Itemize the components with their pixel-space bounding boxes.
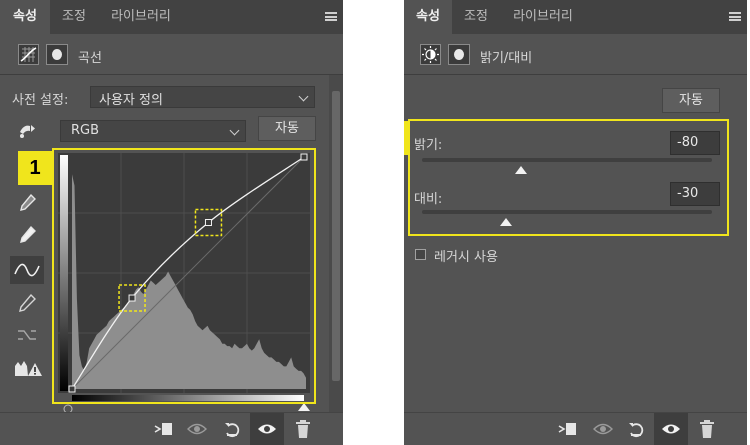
on-image-adjust-icon[interactable] [14, 118, 40, 144]
layer-mask-icon[interactable] [46, 44, 68, 65]
smooth-icon[interactable] [14, 322, 40, 348]
view-previous-icon[interactable] [592, 419, 613, 439]
trash-icon[interactable] [294, 419, 314, 439]
auto-button[interactable]: 자동 [662, 88, 720, 113]
channel-dropdown[interactable]: RGB [60, 120, 246, 142]
tab-adjustments[interactable]: 조정 [52, 0, 96, 34]
visibility-toggle[interactable] [654, 413, 688, 445]
callout-badge-1: 1 [18, 151, 52, 185]
visibility-eye-icon [662, 424, 680, 434]
properties-header: 곡선 [0, 36, 343, 75]
curves-properties-panel: 속성 조정 라이브러리 곡선 사전 설정: 사용자 정의 RGB 자동 1 [0, 0, 343, 445]
preset-dropdown[interactable]: 사용자 정의 [90, 86, 315, 108]
visibility-toggle[interactable] [250, 413, 284, 445]
view-previous-icon[interactable] [186, 419, 207, 439]
reset-icon[interactable] [222, 419, 242, 439]
chevron-down-icon [298, 91, 309, 102]
brightness-contrast-properties-panel: 속성 조정 라이브러리 밝기/대비 자동 밝기: -80 대비: -30 2 레… [404, 0, 747, 445]
preset-label: 사전 설정: [12, 93, 69, 108]
layer-mask-icon[interactable] [448, 44, 470, 65]
channel-value: RGB [71, 123, 100, 138]
trash-icon[interactable] [698, 419, 718, 439]
clipping-warning-icon[interactable] [14, 356, 44, 382]
callout-badge-2: 2 [404, 121, 408, 155]
properties-header: 밝기/대비 [404, 36, 747, 75]
chevron-down-icon [229, 125, 240, 136]
eyedropper-white-icon[interactable] [14, 222, 40, 248]
tab-libraries[interactable]: 라이브러리 [500, 0, 586, 34]
preset-value: 사용자 정의 [99, 93, 163, 108]
visibility-eye-icon [258, 424, 276, 434]
white-point-slider[interactable] [298, 403, 310, 411]
highlight-box-curves [52, 148, 316, 404]
tab-adjustments[interactable]: 조정 [454, 0, 498, 34]
tab-properties[interactable]: 속성 [0, 0, 50, 34]
pencil-icon[interactable] [14, 290, 40, 316]
panel-menu-icon[interactable] [325, 12, 337, 21]
auto-button[interactable]: 자동 [258, 116, 316, 141]
tab-properties[interactable]: 속성 [404, 0, 452, 34]
reset-icon[interactable] [626, 419, 646, 439]
highlight-box-sliders [408, 119, 729, 236]
adjustment-title: 곡선 [78, 51, 102, 66]
clip-to-layer-icon[interactable] [557, 419, 577, 439]
panel-tab-bar: 속성 조정 라이브러리 [404, 0, 747, 34]
brightness-sun-icon [420, 44, 441, 65]
vertical-scrollbar[interactable] [329, 75, 343, 413]
panel-bottom-toolbar [404, 412, 747, 445]
eyedropper-gray-icon[interactable] [14, 190, 40, 216]
curves-adjustment-icon [18, 44, 39, 65]
adjustment-title: 밝기/대비 [480, 51, 533, 66]
panel-bottom-toolbar [0, 412, 343, 445]
legacy-checkbox[interactable] [415, 249, 426, 260]
panel-tab-bar: 속성 조정 라이브러리 [0, 0, 343, 34]
curve-edit-icon[interactable] [10, 256, 44, 284]
tab-libraries[interactable]: 라이브러리 [98, 0, 184, 34]
legacy-label: 레거시 사용 [434, 250, 498, 265]
scrollbar-thumb[interactable] [332, 91, 340, 381]
clip-to-layer-icon[interactable] [153, 419, 173, 439]
panel-menu-icon[interactable] [729, 12, 741, 21]
